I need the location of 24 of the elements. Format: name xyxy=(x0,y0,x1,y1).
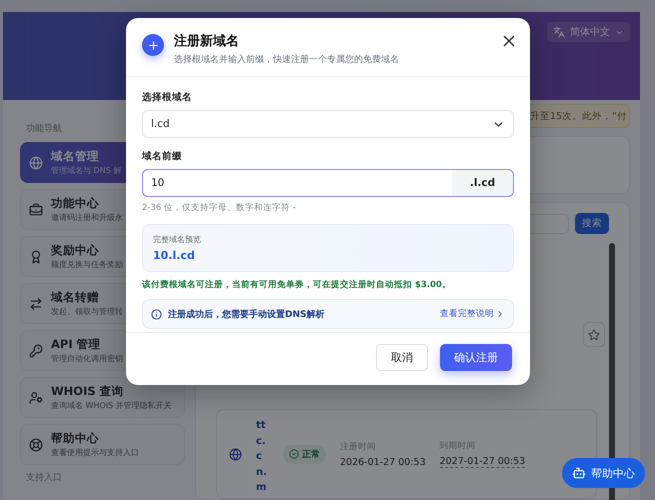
item-title: 功能中心 xyxy=(51,196,100,211)
item-title: 域名管理 xyxy=(51,149,100,164)
field-label: 注册时间 xyxy=(340,440,377,452)
dialog-subtitle: 选择根域名并输入前缀，快速注册一个专属您的免费域名 xyxy=(174,54,400,66)
item-title: 域名转赠 xyxy=(51,290,100,305)
section-heading: 支持入口 xyxy=(26,472,62,485)
item-title: 帮助中心 xyxy=(51,431,100,446)
field-label: 选择根域名 xyxy=(142,91,193,104)
item-subtitle: 额度兑换与任务奖励 xyxy=(51,259,123,270)
item-title: 奖励中心 xyxy=(51,243,100,258)
dialog-title: 注册新域名 xyxy=(174,32,240,50)
item-subtitle: 查看使用提示与支持入口 xyxy=(51,447,139,458)
section-heading: 功能导航 xyxy=(26,122,62,136)
date-value: 2026-01-27 00:53 xyxy=(340,456,426,468)
item-subtitle: 邀请码注册和升级永 xyxy=(51,212,123,223)
field-label: 到期时间 xyxy=(440,440,477,452)
item-title: WHOIS 查询 xyxy=(51,384,125,399)
item-subtitle: 查询域名 WHOIS 并管理隐私开关 xyxy=(51,400,172,411)
item-subtitle: 管理自动化调用密钥 xyxy=(51,353,123,364)
status-badge: 正常 xyxy=(283,444,326,464)
field-label: 域名前缀 xyxy=(142,150,183,163)
item-title: API 管理 xyxy=(51,337,102,352)
date-value: 2027-01-27 00:53 xyxy=(440,456,526,468)
item-subtitle: 发起、领取与管理转 xyxy=(51,306,123,317)
